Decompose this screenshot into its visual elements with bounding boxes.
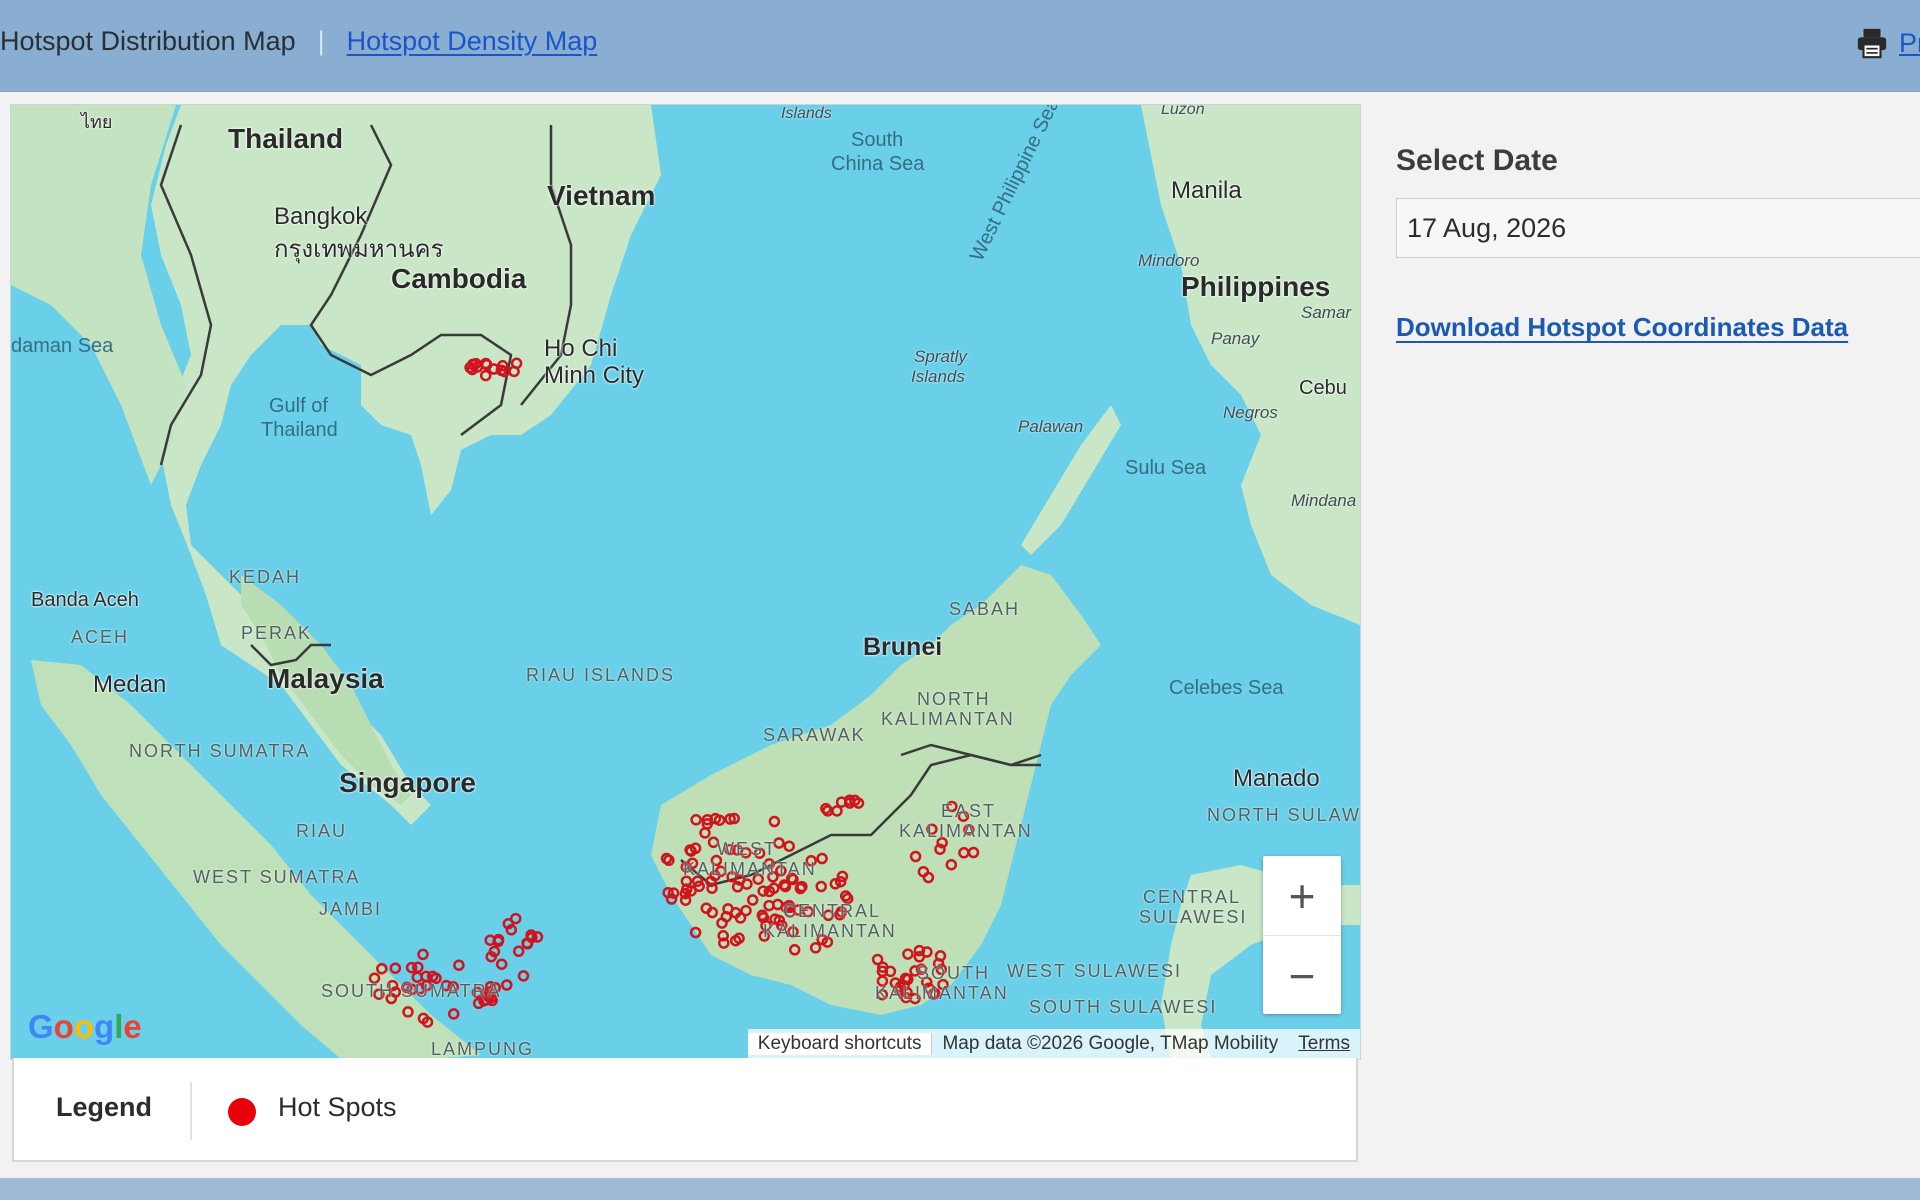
hotspot-legend-marker: [228, 1098, 256, 1126]
print-label: Pri: [1899, 27, 1920, 58]
map-label-south-china-sea-2: China Sea: [831, 153, 925, 175]
map-label-spratly-2: Islands: [911, 367, 965, 386]
terms-link[interactable]: Terms: [1288, 1033, 1360, 1055]
hotspot-map[interactable]: ไทย Islands Luzon Thailand Vietnam Bangk…: [10, 104, 1361, 1060]
map-label-manila: Manila: [1171, 177, 1242, 204]
legend-title: Legend: [56, 1092, 153, 1122]
map-legend: Legend Hot Spots: [12, 1058, 1358, 1162]
map-label-sulu-sea: Sulu Sea: [1125, 457, 1207, 479]
map-label-perak: PERAK: [241, 623, 313, 643]
map-label-north-kalimantan-2: KALIMANTAN: [881, 709, 1015, 729]
map-label-gulf-of-thailand-2: Thailand: [261, 419, 338, 441]
map-label-spratly-1: Spratly: [914, 347, 967, 366]
map-label-andaman-sea: daman Sea: [11, 335, 114, 357]
map-label-central-kalimantan-2: KALIMANTAN: [763, 921, 897, 941]
map-label-sabah: SABAH: [949, 599, 1021, 619]
map-label-samar: Samar: [1301, 303, 1352, 322]
main-content: ไทย Islands Luzon Thailand Vietnam Bangk…: [0, 92, 1920, 1178]
map-label-luzon: Luzon: [1161, 104, 1205, 118]
map-label-negros: Negros: [1223, 403, 1278, 422]
map-label-jambi: JAMBI: [319, 899, 383, 919]
hotspot-marker[interactable]: [447, 1008, 460, 1020]
hotspot-marker[interactable]: [417, 948, 429, 961]
hotspot-marker[interactable]: [495, 958, 508, 970]
map-label-west-sumatra: WEST SUMATRA: [193, 867, 361, 887]
map-label-west-kalimantan-2: KALIMANTAN: [683, 859, 817, 879]
map-label-central-sulawesi-1: CENTRAL: [1143, 887, 1242, 907]
tab-hotspot-distribution-map[interactable]: Hotspot Distribution Map: [0, 26, 296, 57]
map-label-east-kalimantan-2: KALIMANTAN: [899, 821, 1033, 841]
map-label-singapore: Singapore: [339, 767, 476, 798]
map-label-west-kalimantan-1: WEST: [717, 839, 777, 859]
map-label-kedah: KEDAH: [229, 567, 302, 587]
map-label-thai-top: ไทย: [81, 112, 113, 132]
map-label-south-china-sea-1: South: [851, 129, 904, 151]
map-label-manado: Manado: [1233, 765, 1320, 792]
map-label-south-sumatra: SOUTH SUMATRA: [321, 981, 502, 1001]
map-label-mindoro: Mindoro: [1138, 251, 1200, 270]
map-label-central-kalimantan-1: CENTRAL: [783, 901, 882, 921]
map-label-bangkok: Bangkok: [274, 203, 368, 230]
map-label-banda-aceh: Banda Aceh: [31, 589, 139, 611]
google-logo: Google: [28, 1008, 142, 1045]
download-coordinates-link[interactable]: Download Hotspot Coordinates Data: [1396, 312, 1920, 343]
map-label-ho-chi-minh-2: Minh City: [544, 362, 645, 389]
zoom-out-button[interactable]: −: [1263, 935, 1341, 1015]
hotspot-marker[interactable]: [501, 979, 513, 991]
map-label-riau: RIAU: [296, 821, 348, 841]
map-attribution: Keyboard shortcuts Map data ©2026 Google…: [747, 1029, 1360, 1059]
map-label-malaysia: Malaysia: [267, 663, 384, 694]
map-label-philippines: Philippines: [1181, 271, 1331, 302]
mainland-landmass: [151, 105, 661, 825]
zoom-in-button[interactable]: +: [1263, 856, 1341, 935]
map-label-lampung: LAMPUNG: [431, 1039, 535, 1059]
hotspot-marker[interactable]: [453, 959, 465, 971]
nav-separator: |: [317, 26, 325, 56]
zoom-control: + −: [1263, 856, 1341, 1014]
map-label-west-sulawesi: WEST SULAWESI: [1007, 961, 1183, 981]
map-label-medan: Medan: [93, 671, 167, 698]
map-label-east-kalimantan-1: EAST: [941, 801, 997, 821]
sidebar-panel: Select Date 17 Aug, 2026 Download Hotspo…: [1396, 144, 1920, 343]
date-input[interactable]: 17 Aug, 2026: [1396, 198, 1920, 258]
hotspot-marker[interactable]: [512, 945, 525, 958]
map-label-south-kalimantan-2: KALIMANTAN: [875, 983, 1009, 1003]
map-label-north-kalimantan-1: NORTH: [917, 689, 991, 709]
printer-icon: [1857, 28, 1887, 59]
hotspot-marker[interactable]: [405, 961, 418, 974]
map-label-vietnam: Vietnam: [547, 180, 656, 211]
map-label-thailand: Thailand: [228, 123, 344, 154]
myanmar-landmass: [11, 105, 186, 485]
top-bar: Hotspot Distribution Map | Hotspot Densi…: [0, 0, 1920, 92]
map-label-south-sulawesi: SOUTH SULAWESI: [1029, 997, 1218, 1017]
hotspot-marker[interactable]: [517, 970, 530, 982]
map-nav: Hotspot Distribution Map | Hotspot Densi…: [0, 26, 597, 57]
map-label-palawan: Palawan: [1018, 417, 1084, 436]
map-label-central-sulawesi-2: SULAWESI: [1139, 907, 1248, 927]
map-data-text: Map data ©2026 Google, TMap Mobility: [942, 1033, 1279, 1054]
map-label-north-sulawesi: NORTH SULAW: [1207, 805, 1361, 825]
map-label-aceh: ACEH: [71, 627, 130, 647]
map-label-cambodia: Cambodia: [391, 263, 527, 294]
map-label-gulf-of-thailand-1: Gulf of: [269, 395, 328, 417]
hotspot-marker[interactable]: [389, 962, 402, 974]
legend-item-hot-spots: Hot Spots: [278, 1092, 397, 1122]
tab-hotspot-density-map[interactable]: Hotspot Density Map: [347, 26, 598, 57]
bottom-strip: [0, 1178, 1920, 1200]
map-label-ho-chi-minh-1: Ho Chi: [544, 335, 618, 362]
print-button[interactable]: Pri: [1855, 26, 1920, 60]
legend-divider: [190, 1082, 192, 1140]
map-label-north-sumatra: NORTH SUMATRA: [129, 741, 311, 761]
map-label-celebes-sea: Celebes Sea: [1169, 677, 1284, 699]
map-label-panay: Panay: [1211, 329, 1260, 348]
map-label-brunei: Brunei: [863, 633, 943, 661]
map-label-cebu: Cebu: [1299, 377, 1347, 399]
map-label-riau-islands: RIAU ISLANDS: [526, 665, 676, 685]
map-label-mindanao: Mindana: [1291, 491, 1357, 510]
map-label-south-kalimantan-1: SOUTH: [917, 963, 990, 983]
keyboard-shortcuts-link[interactable]: Keyboard shortcuts: [747, 1033, 933, 1055]
map-label-islands-top: Islands: [781, 105, 832, 122]
select-date-label: Select Date: [1396, 144, 1558, 177]
map-label-sarawak: SARAWAK: [763, 725, 866, 745]
